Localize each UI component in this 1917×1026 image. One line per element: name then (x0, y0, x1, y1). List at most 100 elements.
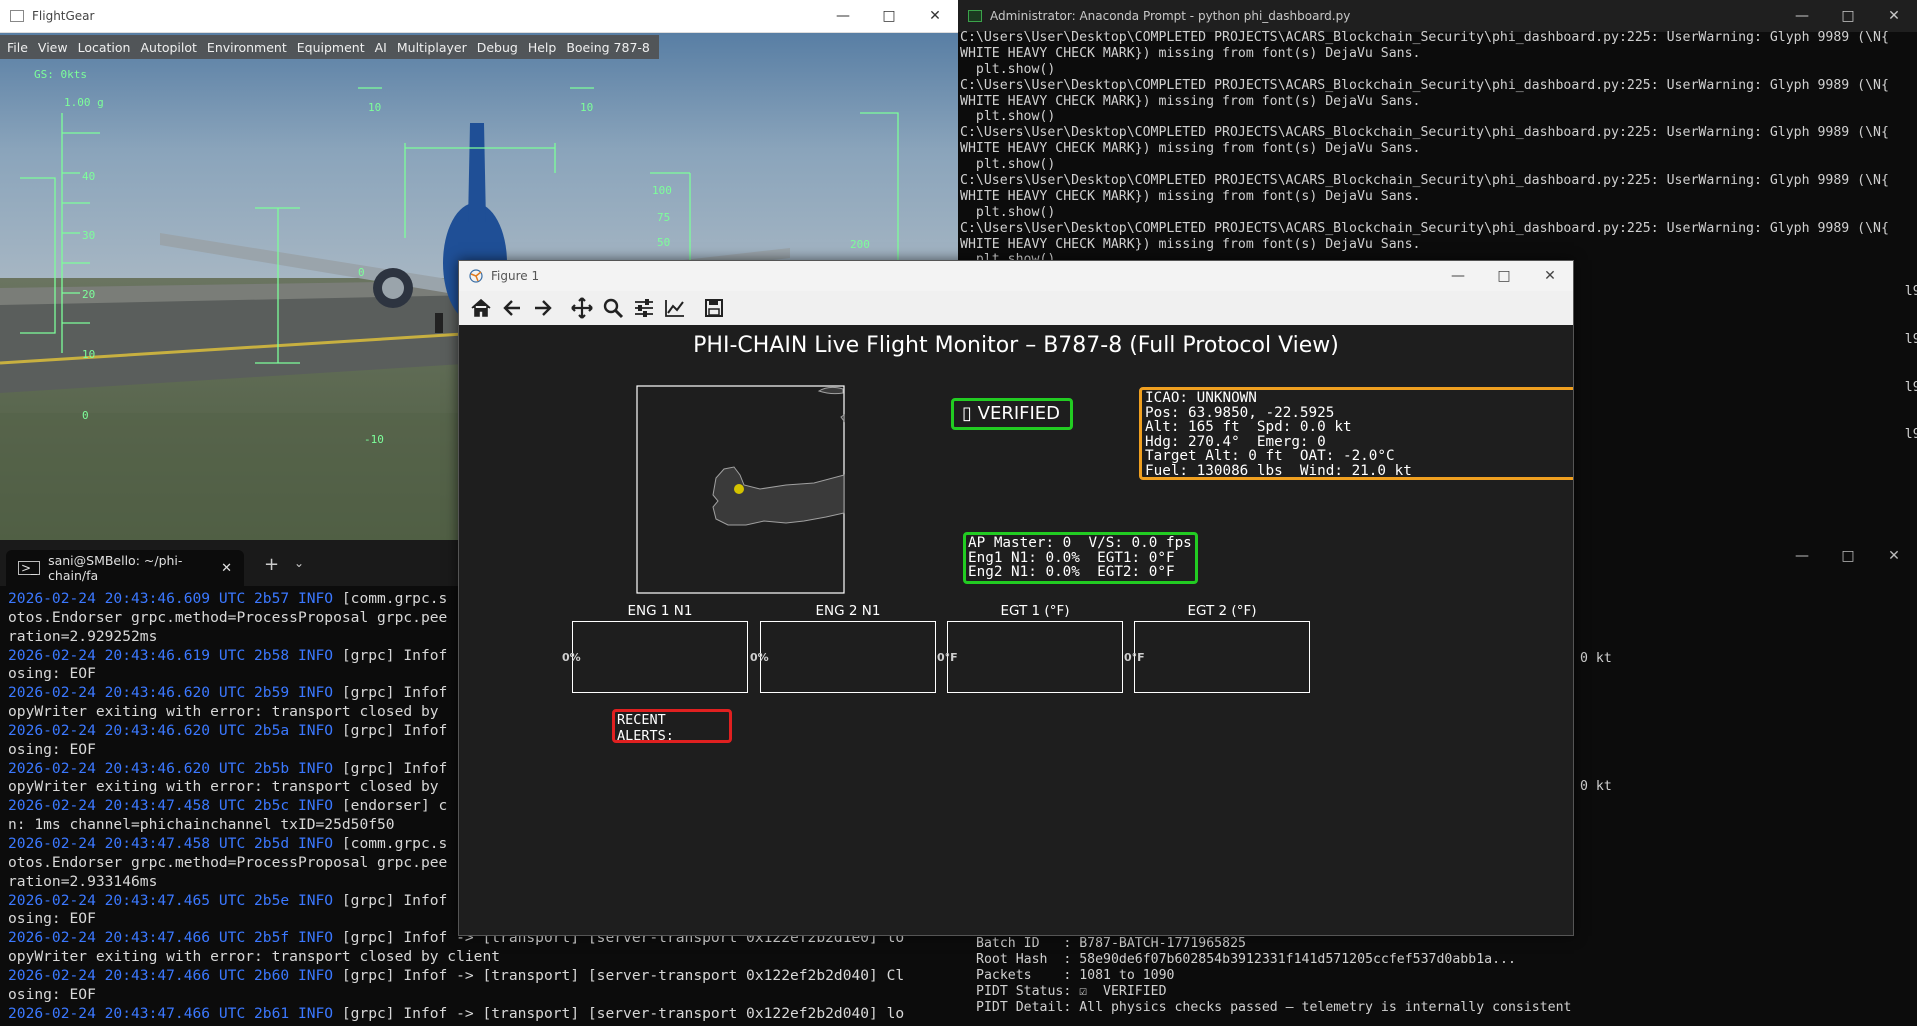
info-line: Pos: 63.9850, -22.5925 (1145, 404, 1335, 421)
speed-readout: 0 kt (1580, 779, 1612, 794)
position-map[interactable] (636, 385, 846, 595)
menu-item[interactable]: Boeing 787-8 (561, 40, 655, 55)
batch-line: Packets : 1081 to 1090 (976, 967, 1175, 983)
maximize-icon[interactable]: □ (866, 0, 912, 32)
log-message: [grpc] Infof -> [transport] [server-tran… (333, 1004, 905, 1022)
close-icon[interactable]: ✕ (1527, 261, 1573, 291)
verified-status-badge: ▯ VERIFIED (951, 398, 1074, 430)
gauge-value: 0°F (937, 651, 958, 664)
close-tab-icon[interactable]: ✕ (221, 561, 232, 576)
gauge-bar (947, 621, 1123, 693)
terminal-tab[interactable]: >_ sani@SMBello: ~/phi-chain/fa ✕ (6, 550, 244, 586)
log-timestamp: 2026-02-24 20:43:47.466 UTC 2b60 INFO (8, 966, 334, 984)
console-line: C:\Users\User\Desktop\COMPLETED PROJECTS… (960, 125, 1889, 141)
terminal-app-icon (968, 10, 982, 22)
menu-item[interactable]: Environment (202, 40, 292, 55)
log-timestamp: 2026-02-24 20:43:46.619 UTC 2b58 INFO (8, 646, 334, 664)
menu-item[interactable]: Multiplayer (392, 40, 472, 55)
console-line: WHITE HEAVY CHECK MARK}) missing from fo… (960, 141, 1421, 157)
log-timestamp: 2026-02-24 20:43:47.466 UTC 2b61 INFO (8, 1004, 334, 1022)
log-message: otos.Endorser grpc.method=ProcessProposa… (8, 608, 448, 626)
log-message: [endorser] c (333, 797, 448, 815)
new-tab-icon[interactable]: + (264, 554, 279, 575)
log-message: [grpc] Infof (333, 721, 448, 739)
log-message: opyWriter exiting with error: transport … (8, 778, 439, 796)
status-glyph: ▯ (962, 403, 972, 424)
menu-item[interactable]: AI (370, 40, 392, 55)
batch-summary-output[interactable]: Batch ID : B787-BATCH-1771965825 Root Has… (976, 936, 1571, 1016)
menu-item[interactable]: Location (73, 40, 136, 55)
close-icon[interactable]: ✕ (912, 0, 958, 32)
gauge-title: ENG 1 N1 (627, 603, 693, 619)
menu-item[interactable]: Help (523, 40, 562, 55)
console-line: WHITE HEAVY CHECK MARK}) missing from fo… (960, 236, 1421, 252)
hud-tick-label: 75 (657, 211, 670, 224)
hud-tick-label: 200 (850, 238, 870, 251)
gauge-value: 0°F (1124, 651, 1145, 664)
gauge-value: 0% (562, 651, 581, 664)
log-message: osing: EOF (8, 740, 96, 758)
log-line: 2026-02-24 20:43:47.466 UTC 2b61 INFO [g… (8, 1005, 958, 1024)
console-line: C:\Users\User\Desktop\COMPLETED PROJECTS… (960, 173, 1889, 189)
menu-item[interactable]: Equipment (292, 40, 370, 55)
maximize-icon[interactable]: □ (1825, 540, 1871, 572)
log-line: 2026-02-24 20:43:47.466 UTC 2b60 INFO [g… (8, 967, 958, 986)
hud-groundspeed: GS: 0kts (34, 68, 87, 81)
log-timestamp: 2026-02-24 20:43:46.620 UTC 2b5b INFO (8, 759, 334, 777)
hud-g-load: 1.00 g (64, 96, 104, 109)
gauge-title: EGT 2 (°F) (1187, 603, 1257, 619)
log-timestamp: 2026-02-24 20:43:47.466 UTC 2b5f INFO (8, 929, 334, 947)
info-line: AP Master: 0 V/S: 0.0 fps (968, 535, 1192, 551)
terminal-tab-icon: >_ (18, 561, 41, 575)
log-line: opyWriter exiting with error: transport … (8, 948, 958, 967)
log-timestamp: 2026-02-24 20:43:47.458 UTC 2b5d INFO (8, 834, 334, 852)
configure-subplots-icon[interactable] (628, 294, 659, 322)
maximize-icon[interactable]: □ (1825, 0, 1871, 32)
log-message: [grpc] Infof (333, 646, 448, 664)
log-timestamp: 2026-02-24 20:43:46.620 UTC 2b59 INFO (8, 684, 334, 702)
info-line: Eng2 N1: 0.0% EGT2: 0°F (968, 564, 1175, 580)
hud-tick-label: 30 (82, 229, 95, 242)
menu-item[interactable]: Autopilot (135, 40, 201, 55)
log-line: osing: EOF (8, 986, 958, 1005)
figure-window[interactable]: Figure 1 — □ ✕ PHI-CHAIN Live Flight Mon… (458, 260, 1574, 936)
flightgear-titlebar[interactable]: FlightGear — □ ✕ (0, 0, 958, 33)
menu-item[interactable]: File (2, 40, 33, 55)
log-message: osing: EOF (8, 910, 96, 928)
minimize-icon[interactable]: — (1779, 540, 1825, 572)
pan-move-icon[interactable] (566, 294, 597, 322)
forward-arrow-icon[interactable] (527, 294, 558, 322)
matplotlib-icon (469, 269, 483, 283)
menu-item[interactable]: Debug (472, 40, 523, 55)
figure-canvas[interactable]: PHI-CHAIN Live Flight Monitor – B787-8 (… (459, 325, 1573, 935)
back-arrow-icon[interactable] (496, 294, 527, 322)
console-line: WHITE HEAVY CHECK MARK}) missing from fo… (960, 45, 1421, 61)
log-message: opyWriter exiting with error: transport … (8, 948, 501, 966)
zoom-magnifier-icon[interactable] (597, 294, 628, 322)
console-line: C:\Users\User\Desktop\COMPLETED PROJECTS… (960, 220, 1889, 236)
close-icon[interactable]: ✕ (1871, 540, 1917, 572)
log-message: otos.Endorser grpc.method=ProcessProposa… (8, 853, 448, 871)
home-icon[interactable] (465, 294, 496, 322)
figure-title: PHI-CHAIN Live Flight Monitor – B787-8 (… (693, 333, 1339, 358)
minimize-icon[interactable]: — (820, 0, 866, 32)
maximize-icon[interactable]: □ (1481, 261, 1527, 291)
edit-axis-icon[interactable] (659, 294, 690, 322)
menu-item[interactable]: View (33, 40, 73, 55)
save-floppy-icon[interactable] (698, 294, 729, 322)
flightgear-app-icon (10, 10, 24, 22)
gauge-bar (1134, 621, 1310, 693)
hud-tick-label: 10 (82, 348, 95, 361)
log-message: [grpc] Infof -> [transport] [server-tran… (333, 966, 905, 984)
flight-info-box: ICAO: UNKNOWN Pos: 63.9850, -22.5925 Alt: … (1139, 387, 1573, 480)
close-icon[interactable]: ✕ (1871, 0, 1917, 32)
anaconda-titlebar[interactable]: Administrator: Anaconda Prompt - python … (958, 0, 1917, 32)
minimize-icon[interactable]: — (1435, 261, 1481, 291)
gauge-bar (760, 621, 936, 693)
minimize-icon[interactable]: — (1779, 0, 1825, 32)
batch-line: Batch ID : B787-BATCH-1771965825 (976, 936, 1246, 951)
figure-titlebar[interactable]: Figure 1 — □ ✕ (459, 261, 1573, 291)
aircraft-position-marker (734, 484, 744, 494)
chevron-down-icon[interactable]: ⌄ (294, 556, 304, 570)
engine-status-box: AP Master: 0 V/S: 0.0 fps Eng1 N1: 0.0% E… (963, 532, 1198, 584)
